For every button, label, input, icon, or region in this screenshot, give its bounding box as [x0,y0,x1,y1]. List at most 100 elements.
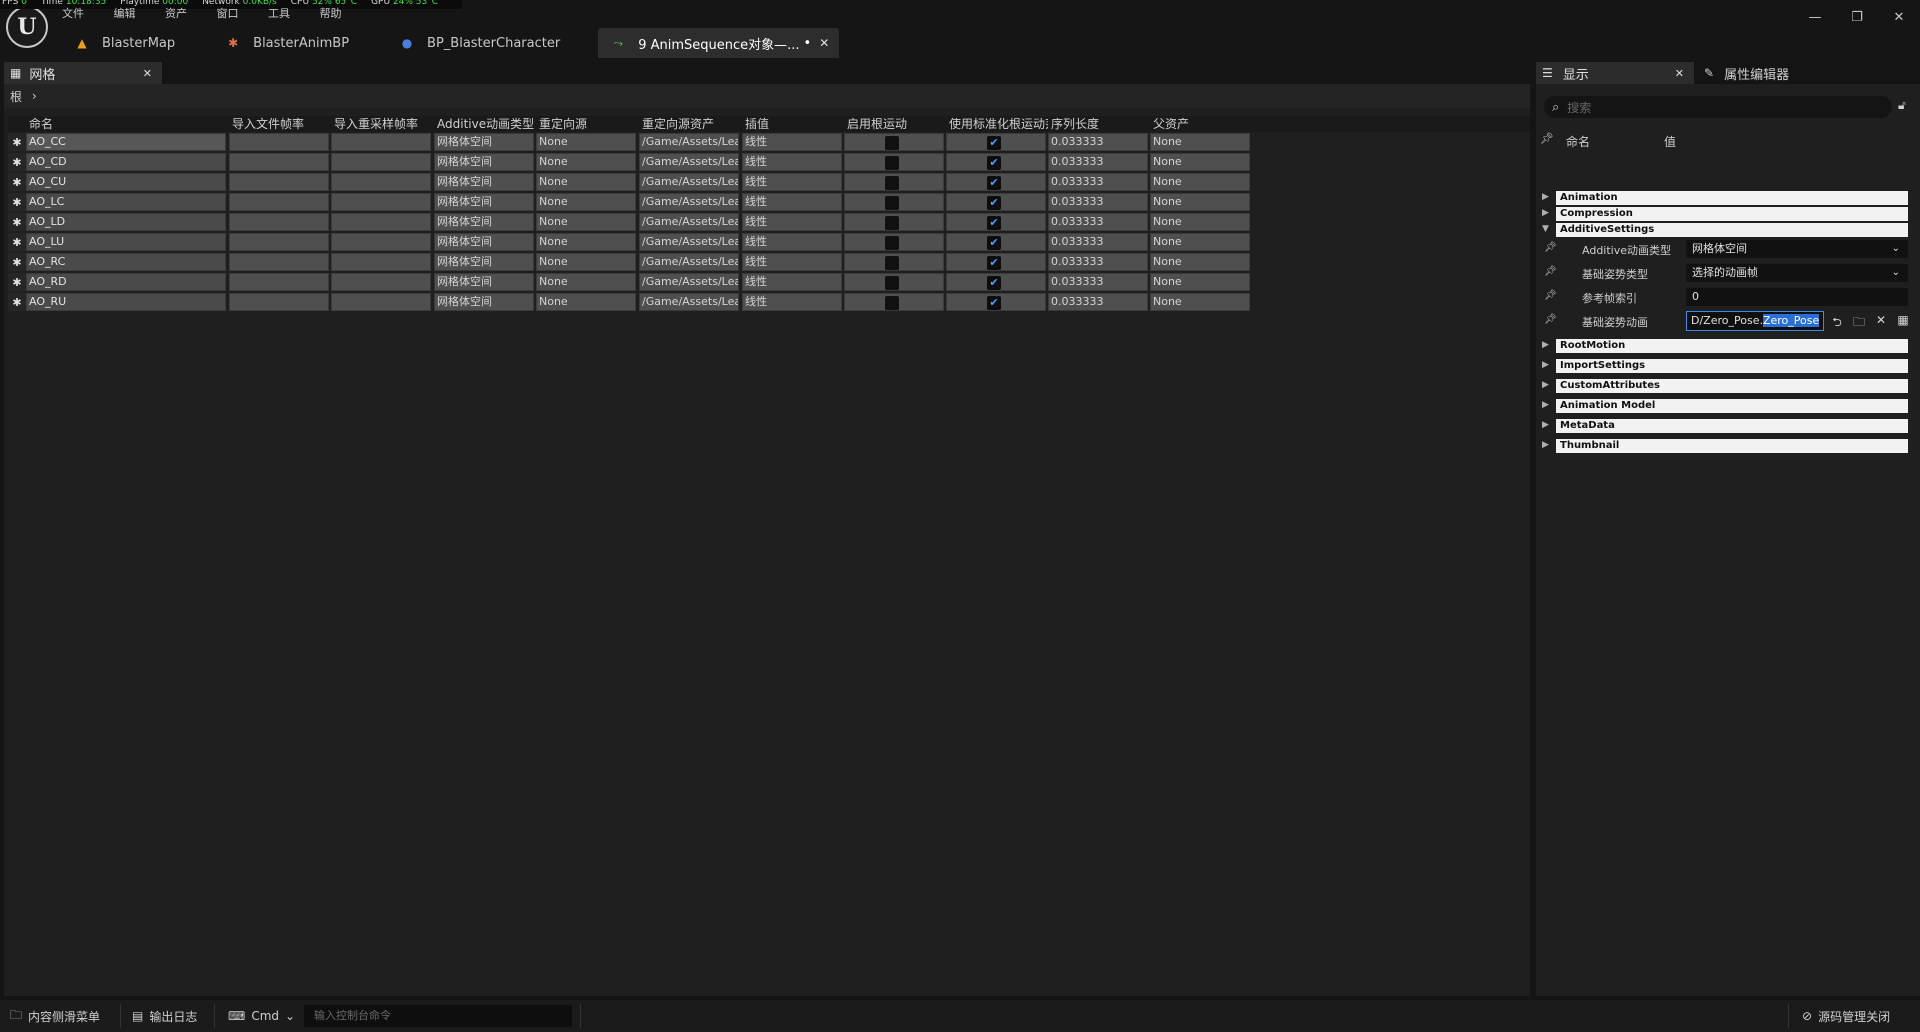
doc-tab-bp-blastercharacter[interactable]: ● BP_BlasterCharacter [387,28,572,58]
browse-icon[interactable]: 🗀︎ [1848,313,1870,334]
checkbox-checked[interactable]: ✔ [987,176,1001,190]
table-cell[interactable]: ✔ [946,133,1046,151]
table-cell[interactable]: None [536,193,636,211]
table-cell[interactable]: /Game/Assets/Lea ⮌ [639,253,739,271]
row-pin-icon[interactable]: ✱ [8,253,26,271]
table-cell[interactable] [844,193,944,211]
row-pin-icon[interactable]: ✱ [8,193,26,211]
row-pin-icon[interactable]: ✱ [8,173,26,191]
use-selected-icon[interactable]: ⮌ [728,150,736,151]
table-cell[interactable]: 0.033333 [1048,193,1148,211]
table-cell[interactable] [331,153,431,171]
use-selected-icon[interactable]: ⮌ [728,270,736,271]
checkbox-unchecked[interactable] [885,236,899,250]
checkbox-checked[interactable]: ✔ [987,276,1001,290]
use-selected-icon[interactable]: ⮌ [728,170,736,171]
table-cell[interactable]: /Game/Assets/Lea ⮌ [639,273,739,291]
table-cell[interactable]: ✔ [946,233,1046,251]
table-cell[interactable] [331,253,431,271]
table-cell[interactable]: /Game/Assets/Lea ⮌ [639,133,739,151]
menu-help[interactable]: 帮助 [320,7,342,20]
table-cell[interactable]: 线性 [742,233,842,251]
cmd-selector[interactable]: ⌨ Cmd ⌄ [228,1006,295,1026]
table-cell[interactable]: 网格体空间 [434,193,534,211]
table-cell[interactable]: 网格体空间 [434,293,534,311]
row-pin-icon[interactable]: ✱ [8,213,26,231]
expand-arrow-icon[interactable]: ▶ [1542,192,1549,202]
table-cell[interactable]: ✔ [946,153,1046,171]
checkbox-checked[interactable]: ✔ [987,196,1001,210]
category-animation[interactable]: ▶ Animation [1540,190,1916,206]
table-cell[interactable]: None [1150,173,1250,191]
console-input[interactable]: 输入控制台命令 [304,1005,572,1027]
category-custom-attributes[interactable]: ▶ CustomAttributes [1540,378,1916,394]
table-cell[interactable]: AO_LD [26,213,226,231]
table-cell[interactable] [844,133,944,151]
category-metadata[interactable]: ▶ MetaData [1540,418,1916,434]
use-selected-icon[interactable]: ⮌ [728,210,736,211]
table-cell[interactable] [331,173,431,191]
output-log-button[interactable]: ▤ 输出日志 [132,1006,197,1026]
table-cell[interactable]: AO_CU [26,173,226,191]
table-cell[interactable] [229,273,329,291]
table-cell[interactable]: /Game/Assets/Lea ⮌ [639,233,739,251]
table-row[interactable]: ✱AO_RU 网格体空间 None/Game/Assets/Lea ⮌ 线性 ✔ 0.033… [8,292,1530,312]
table-cell[interactable]: None [1150,213,1250,231]
table-cell[interactable] [229,293,329,311]
table-cell[interactable]: /Game/Assets/Lea ⮌ [639,293,739,311]
table-cell[interactable]: 网格体空间 [434,233,534,251]
table-row[interactable]: ✱AO_CC 网格体空间 None/Game/Assets/Lea ⮌ 线性 ✔ 0.033… [8,132,1530,152]
table-cell[interactable] [331,293,431,311]
content-drawer-button[interactable]: 🗀︎ 内容侧滑菜单 [10,1006,100,1026]
table-cell[interactable]: None [536,293,636,311]
table-cell[interactable]: 网格体空间 [434,173,534,191]
menu-asset[interactable]: 资产 [165,7,187,20]
doc-tab-blasteranimbp[interactable]: ✱ BlasterAnimBP [213,28,361,58]
table-cell[interactable]: None [536,233,636,251]
tab-grid[interactable]: ▦ 网格 ✕ [4,62,162,84]
table-cell[interactable]: ✔ [946,273,1046,291]
table-cell[interactable] [229,173,329,191]
menu-tools[interactable]: 工具 [268,7,290,20]
table-cell[interactable]: None [536,153,636,171]
expand-arrow-icon[interactable]: ▶ [1542,400,1549,410]
table-cell[interactable]: ✔ [946,293,1046,311]
table-row[interactable]: ✱AO_RD 网格体空间 None/Game/Assets/Lea ⮌ 线性 ✔ 0.033… [8,272,1530,292]
table-cell[interactable] [844,253,944,271]
table-cell[interactable] [229,213,329,231]
table-cell[interactable]: AO_RC [26,253,226,271]
table-row[interactable]: ✱AO_CU 网格体空间 None/Game/Assets/Lea ⮌ 线性 ✔ 0.033… [8,172,1530,192]
unreal-logo-icon[interactable]: U [6,6,48,48]
checkbox-checked[interactable]: ✔ [987,296,1001,310]
additive-type-dropdown[interactable]: 网格体空间 ⌄ [1686,240,1908,258]
category-import-settings[interactable]: ▶ ImportSettings [1540,358,1916,374]
table-cell[interactable] [844,273,944,291]
table-cell[interactable] [844,233,944,251]
use-selected-icon[interactable]: ⮌ [728,250,736,251]
checkbox-unchecked[interactable] [885,176,899,190]
table-cell[interactable]: 网格体空间 [434,133,534,151]
close-window-button[interactable]: ✕ [1878,6,1920,28]
table-row[interactable]: ✱AO_RC 网格体空间 None/Game/Assets/Lea ⮌ 线性 ✔ 0.033… [8,252,1530,272]
table-cell[interactable]: 线性 [742,273,842,291]
column-header[interactable]: 命名 [26,116,228,132]
table-cell[interactable]: 0.033333 [1048,293,1148,311]
table-cell[interactable] [229,133,329,151]
table-cell[interactable]: AO_CD [26,153,226,171]
checkbox-unchecked[interactable] [885,156,899,170]
category-thumbnail[interactable]: ▶ Thumbnail [1540,438,1916,454]
table-row[interactable]: ✱AO_LD 网格体空间 None/Game/Assets/Lea ⮌ 线性 ✔ 0.033… [8,212,1530,232]
row-pin-icon[interactable]: ✱ [8,293,26,311]
source-control-button[interactable]: ⊘ 源码管理关闭 [1802,1006,1890,1026]
table-cell[interactable] [331,193,431,211]
table-cell[interactable]: AO_RU [26,293,226,311]
doc-tab-blastermap[interactable]: ▲ BlasterMap [62,28,187,58]
table-cell[interactable]: None [1150,253,1250,271]
search-input[interactable]: ⌕ 搜索 [1544,96,1892,118]
category-animation-model[interactable]: ▶ Animation Model [1540,398,1916,414]
close-icon[interactable]: ✕ [819,36,829,50]
table-cell[interactable]: None [1150,273,1250,291]
grid-picker-icon[interactable]: ▦ [1892,313,1914,334]
use-selected-icon[interactable]: ⮌ [728,190,736,191]
checkbox-checked[interactable]: ✔ [987,216,1001,230]
